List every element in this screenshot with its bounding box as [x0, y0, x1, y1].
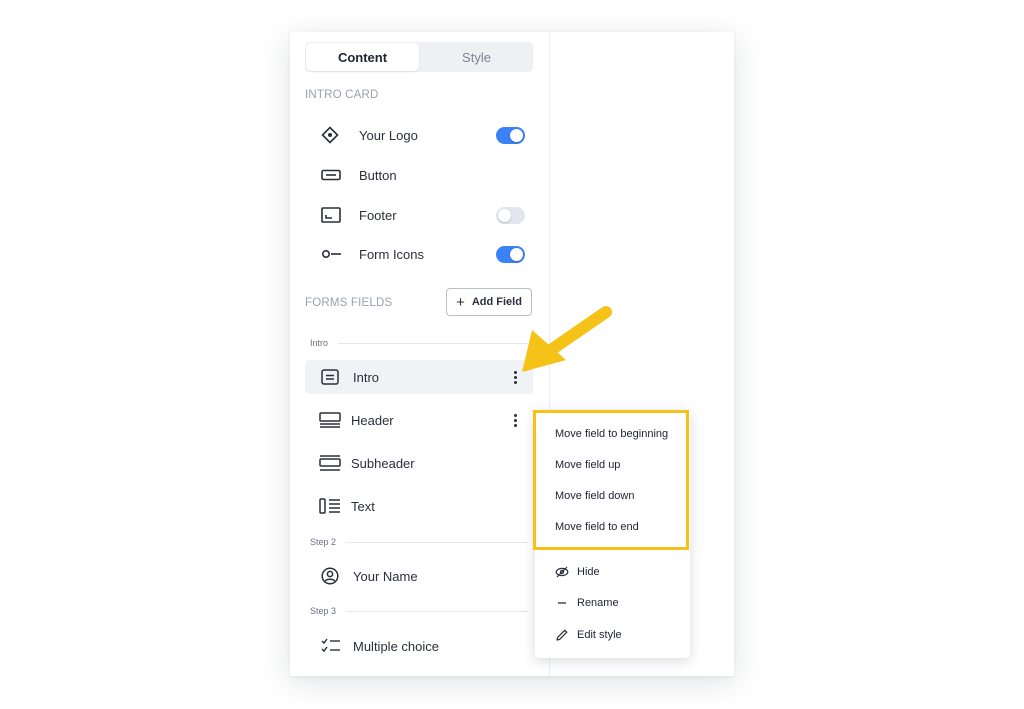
subheader-icon: [319, 453, 343, 473]
content-panel: Content Style INTRO CARD Your Logo Butto…: [290, 32, 550, 676]
field-context-menu: Move field to beginning Move field up Mo…: [533, 410, 690, 658]
eye-off-icon: [555, 565, 569, 579]
your-logo-toggle[interactable]: [496, 126, 525, 144]
form-icons-icon: [321, 244, 351, 264]
forms-fields-section-title: FORMS FIELDS: [305, 297, 393, 309]
intro-card-row-button[interactable]: Button: [305, 159, 533, 191]
text-icon: [319, 496, 343, 516]
field-multiple-choice[interactable]: Multiple choice: [305, 629, 533, 663]
tab-style[interactable]: Style: [420, 42, 533, 72]
field-label: Your Name: [353, 568, 418, 584]
intro-card-row-footer[interactable]: Footer: [305, 199, 533, 231]
intro-card-section-title: INTRO CARD: [305, 89, 379, 101]
intro-card-row-form-icons[interactable]: Form Icons: [305, 238, 533, 270]
group-divider-intro: Intro: [310, 338, 528, 348]
field-intro[interactable]: Intro: [305, 360, 533, 394]
field-label: Subheader: [351, 455, 415, 471]
plus-icon: +: [456, 293, 465, 311]
intro-card-item-label: Footer: [359, 207, 397, 223]
menu-item-move-up[interactable]: Move field up: [555, 456, 620, 474]
menu-item-move-to-beginning[interactable]: Move field to beginning: [555, 425, 668, 443]
menu-item-move-down[interactable]: Move field down: [555, 487, 635, 505]
field-your-name[interactable]: Your Name: [305, 559, 533, 593]
field-text[interactable]: Text: [305, 489, 533, 523]
group-label: Intro: [310, 338, 329, 348]
menu-item-label: Hide: [577, 566, 600, 578]
group-divider-step-2: Step 2: [310, 537, 528, 547]
intro-card-row-your-logo[interactable]: Your Logo: [305, 119, 533, 151]
field-label: Text: [351, 498, 375, 514]
intro-card-item-label: Button: [359, 167, 397, 183]
dash-icon: [555, 596, 569, 610]
menu-item-label: Edit style: [577, 629, 622, 641]
menu-item-label: Rename: [577, 597, 619, 609]
menu-item-rename[interactable]: Rename: [555, 594, 619, 612]
intro-card-item-label: Form Icons: [359, 246, 425, 262]
user-circle-icon: [321, 566, 345, 586]
menu-item-hide[interactable]: Hide: [555, 563, 600, 581]
field-subheader[interactable]: Subheader: [305, 446, 533, 480]
field-header[interactable]: Header: [305, 403, 533, 437]
annotation-arrow-icon: [522, 306, 612, 372]
tab-content[interactable]: Content: [306, 43, 419, 71]
footer-toggle[interactable]: [496, 206, 525, 224]
tab-bar: Content Style: [305, 42, 533, 72]
menu-item-move-to-end[interactable]: Move field to end: [555, 518, 639, 536]
field-label: Header: [351, 412, 394, 428]
field-label: Intro: [353, 369, 380, 385]
intro-card-item-label: Your Logo: [359, 127, 418, 143]
group-label: Step 2: [310, 537, 337, 547]
more-options-icon[interactable]: [511, 411, 519, 429]
checklist-icon: [321, 636, 345, 656]
footer-icon: [321, 205, 351, 225]
form-icons-toggle[interactable]: [496, 245, 525, 263]
add-field-label: Add Field: [471, 296, 522, 308]
menu-item-edit-style[interactable]: Edit style: [555, 626, 622, 644]
header-icon: [319, 410, 343, 430]
intro-card-icon: [321, 367, 345, 387]
pencil-icon: [555, 628, 569, 642]
group-label: Step 3: [310, 606, 337, 616]
button-icon: [321, 165, 351, 185]
group-divider-step-3: Step 3: [310, 606, 528, 616]
field-label: Multiple choice: [353, 638, 439, 654]
diamond-logo-icon: [321, 125, 351, 145]
